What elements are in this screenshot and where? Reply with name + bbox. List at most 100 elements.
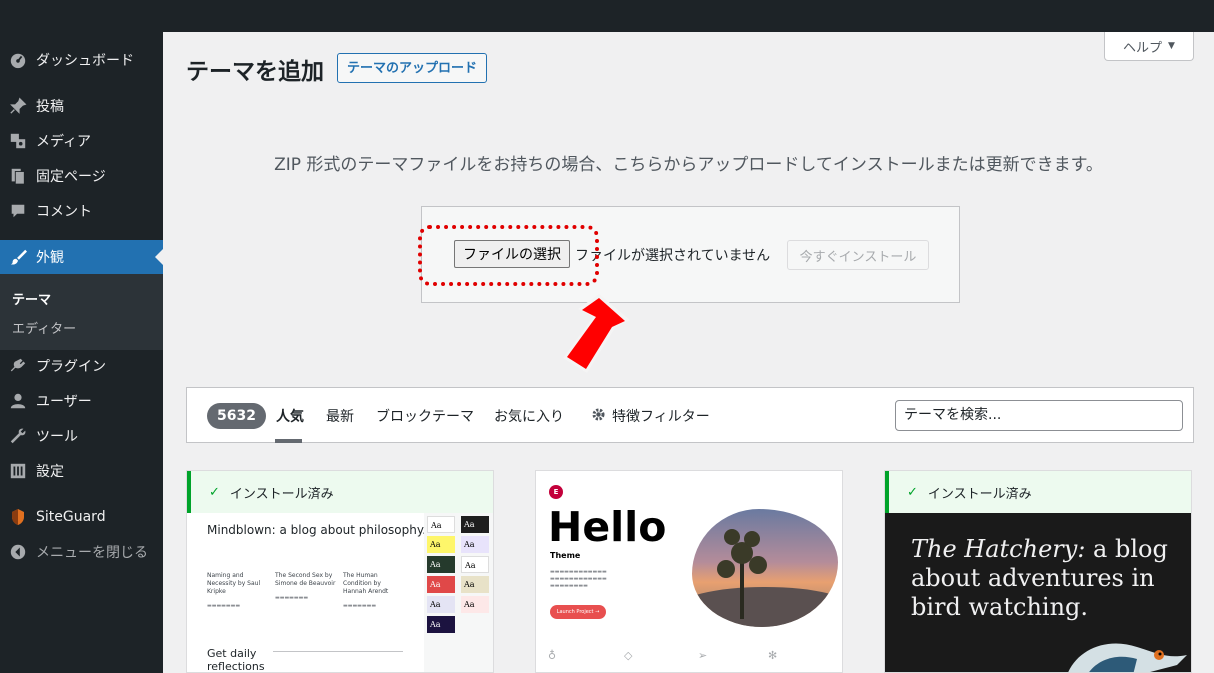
submenu-item-editor[interactable]: エディター [12, 318, 76, 337]
installed-label: インストール済み [927, 486, 1032, 502]
page-icon [0, 167, 36, 185]
theme-preview-heading: Mindblown: a blog about philosophy. [207, 523, 427, 537]
admin-sidebar: ダッシュボード 投稿 メディア 固定ページ コメント 外観 テーマ エディター … [0, 32, 163, 673]
snowflake-icon: ✻ [768, 649, 778, 662]
tab-underline [275, 439, 302, 443]
collapse-icon [0, 543, 36, 561]
sidebar-item-appearance[interactable]: 外観 [0, 240, 163, 274]
tab-latest[interactable]: 最新 [326, 406, 354, 426]
sidebar-item-pages[interactable]: 固定ページ [0, 159, 163, 193]
page-title: テーマを追加 [186, 59, 324, 85]
preview-text-lines: ▬▬▬▬▬▬▬▬▬▬▬▬ ▬▬▬▬▬▬▬▬▬▬▬▬ ▬▬▬▬▬▬▬▬ [550, 569, 607, 589]
preview-text-lines: ▬▬▬▬▬▬▬ [275, 595, 309, 601]
preview-launch-button: Launch Project → [550, 605, 606, 619]
style-swatch: Aa [427, 616, 455, 633]
submenu-item-themes[interactable]: テーマ [12, 289, 51, 308]
sidebar-item-label: ダッシュボード [36, 53, 134, 69]
gear-icon [591, 407, 606, 426]
sidebar-item-label: 外観 [36, 250, 64, 266]
bird-illustration [1068, 643, 1187, 672]
preview-column: The Second Sex by Simone de Beauvoir ▬▬▬▬… [275, 572, 337, 602]
admin-bar [0, 0, 1214, 32]
sidebar-item-label: 設定 [36, 464, 64, 480]
upload-description: ZIP 形式のテーマファイルをお持ちの場合、こちらからアップロードしてインストー… [274, 155, 1103, 175]
tab-favorites[interactable]: お気に入り [494, 406, 564, 426]
sidebar-item-posts[interactable]: 投稿 [0, 89, 163, 123]
sidebar-item-settings[interactable]: 設定 [0, 454, 163, 488]
style-swatch: Aa [427, 536, 455, 553]
check-icon: ✓ [209, 484, 220, 500]
installed-notice: ✓ インストール済み [885, 471, 1191, 513]
sidebar-item-label: プラグイン [36, 359, 106, 375]
preview-column-title: The Second Sex by Simone de Beauvoir [275, 572, 336, 587]
main-content: テーマを追加 テーマのアップロード ヘルプ ▼ ZIP 形式のテーマファイルをお… [163, 32, 1214, 673]
highlight-annotation [418, 225, 599, 286]
brush-icon [0, 248, 36, 266]
diamond-icon: ◇ [624, 649, 633, 662]
paper-plane-icon: ➢ [698, 649, 708, 662]
check-icon: ✓ [907, 484, 918, 500]
sidebar-item-label: メニューを閉じる [36, 545, 148, 561]
pin-icon [0, 97, 36, 115]
style-swatch: Aa [461, 576, 489, 593]
preview-text-lines: ▬▬▬▬▬▬▬ [343, 603, 377, 609]
sidebar-item-siteguard[interactable]: SiteGuard [0, 500, 163, 534]
preview-text-lines: ▬▬▬▬▬▬▬ [207, 603, 241, 609]
style-swatch: Aa [427, 516, 455, 533]
preview-column-title: The Human Condition by Hannah Arendt [343, 572, 389, 595]
siteguard-icon [0, 508, 36, 526]
preview-column: The Human Condition by Hannah Arendt ▬▬▬▬… [343, 572, 405, 610]
sidebar-item-label: 固定ページ [36, 169, 106, 185]
theme-count: 5632 [207, 403, 266, 429]
sidebar-item-users[interactable]: ユーザー [0, 384, 163, 418]
wrench-icon [0, 427, 36, 445]
install-now-button[interactable]: 今すぐインストール [787, 240, 929, 270]
installed-label: インストール済み [229, 486, 334, 502]
sidebar-item-label: ユーザー [36, 394, 92, 410]
sidebar-item-tools[interactable]: ツール [0, 419, 163, 453]
style-swatch: Aa [427, 556, 455, 573]
theme-card-twentytwentyfour[interactable]: ✓ インストール済み The Hatchery: a blog about ad… [884, 470, 1192, 673]
style-swatch: Aa [461, 596, 489, 613]
tab-block-themes[interactable]: ブロックテーマ [376, 406, 474, 426]
theme-card-twentytwentythree[interactable]: ✓ インストール済み Mindblown: a blog about philo… [186, 470, 494, 673]
sidebar-item-comments[interactable]: コメント [0, 194, 163, 228]
style-swatch: Aa [427, 576, 455, 593]
sidebar-item-media[interactable]: メディア [0, 124, 163, 158]
preview-theme-label: Theme [550, 551, 581, 560]
preview-hatchery-italic: The Hatchery: [911, 535, 1086, 563]
tab-popular[interactable]: 人気 [276, 406, 304, 426]
theme-search-input[interactable]: テーマを検索... [895, 400, 1183, 431]
sidebar-item-plugins[interactable]: プラグイン [0, 349, 163, 383]
sidebar-item-label: SiteGuard [36, 509, 106, 525]
collapse-menu-button[interactable]: メニューを閉じる [0, 535, 163, 569]
style-swatch: Aa [427, 596, 455, 613]
comment-icon [0, 202, 36, 220]
help-label: ヘルプ [1123, 40, 1163, 56]
feature-filter-label: 特徴フィルター [612, 409, 710, 425]
style-swatches: Aa Aa Aa Aa Aa Aa Aa Aa Aa Aa Aa [424, 513, 493, 672]
feature-filter[interactable]: 特徴フィルター [591, 406, 710, 426]
sidebar-item-dashboard[interactable]: ダッシュボード [0, 43, 163, 77]
media-icon [0, 132, 36, 150]
sidebar-item-label: ツール [36, 429, 78, 445]
style-swatch: Aa [461, 556, 489, 573]
preview-hatchery-heading: The Hatchery: a blog about adventures in… [911, 535, 1181, 622]
file-status: ファイルが選択されていません [575, 248, 771, 264]
arrow-annotation [563, 294, 630, 373]
preview-column: Naming and Necessity by Saul Kripke ▬▬▬▬▬… [207, 572, 269, 610]
caret-down-icon: ▼ [1168, 41, 1175, 51]
desert-cactus-image [692, 509, 838, 627]
theme-filter-bar: 5632 人気 最新 ブロックテーマ お気に入り 特徴フィルター テーマを検索.… [186, 387, 1194, 443]
preview-hello-heading: Hello [548, 503, 667, 551]
upload-theme-button[interactable]: テーマのアップロード [337, 53, 488, 83]
settings-icon [0, 462, 36, 480]
sidebar-item-label: 投稿 [36, 99, 64, 115]
plugin-icon [0, 357, 36, 375]
appearance-submenu: テーマ エディター [0, 274, 163, 350]
elementor-logo: E [549, 485, 563, 499]
installed-notice: ✓ インストール済み [187, 471, 493, 513]
help-button[interactable]: ヘルプ ▼ [1104, 32, 1194, 61]
preview-reflections: Get daily reflections [207, 647, 265, 673]
theme-card-hello-elementor[interactable]: E Hello Theme ▬▬▬▬▬▬▬▬▬▬▬▬ ▬▬▬▬▬▬▬▬▬▬▬▬ ▬▬… [535, 470, 843, 673]
